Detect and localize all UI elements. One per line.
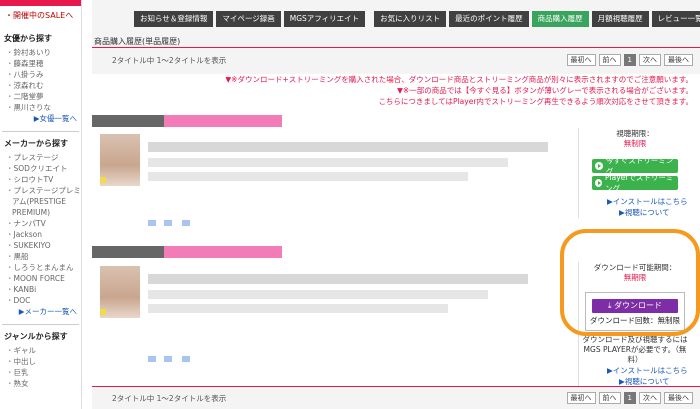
page-title: 商品購入履歴(単品履歴) (94, 37, 181, 46)
stream-now-button[interactable]: 今すぐストリーミング (592, 156, 678, 176)
product-info-blurred (148, 290, 488, 299)
title-underline (92, 47, 700, 48)
tab-affiliate[interactable]: MGSアフィリエイト (283, 11, 366, 27)
tab-point-history[interactable]: 最近のポイント履歴 (449, 11, 529, 27)
product1-actions: 視聴期限： 無制限 今すぐストリーミング Playerでストリーミング ▶インス… (578, 128, 691, 218)
sidebar-item[interactable]: ・中出し (0, 356, 81, 367)
sidebar-item[interactable]: ・プレステージ (0, 152, 81, 163)
sidebar-item[interactable]: ・巨乳 (0, 367, 81, 378)
sidebar-top-bar (0, 0, 81, 6)
maker-list-link[interactable]: ▶メーカー一覧へ (0, 306, 81, 318)
sidebar-item[interactable]: ・ナンパTV (0, 218, 81, 229)
list-bottom-line (92, 386, 700, 387)
highlight-circle (560, 229, 700, 336)
result-count: 2タイトル中 1〜2タイトルを表示 (112, 394, 227, 403)
sidebar-item[interactable]: ・MOON FORCE (0, 273, 81, 284)
player-note: MGS PLAYERが必要です。（無料） (583, 345, 687, 364)
badge-icon (100, 309, 106, 315)
next-page-button[interactable]: 次へ (639, 54, 661, 66)
sidebar-item[interactable]: ・鈴村あいり (0, 47, 81, 58)
product-info-blurred (148, 158, 508, 167)
sidebar-item[interactable]: ・黒船 (0, 251, 81, 262)
first-page-button[interactable]: 最初へ (566, 392, 596, 404)
pager-bottom: 2タイトル中 1〜2タイトルを表示 最初へ 前へ 1 次へ 最後へ (92, 389, 700, 407)
view-period-value: 無制限 (623, 139, 647, 148)
sidebar-item[interactable]: ・藤森里穂 (0, 58, 81, 69)
sidebar-item[interactable]: ・涼森れむ (0, 80, 81, 91)
viewing-info-link[interactable]: ▶視聴について (579, 207, 691, 218)
product-title-blurred (148, 274, 528, 284)
sidebar-item[interactable]: ・シロウトTV (0, 174, 81, 185)
sidebar-item[interactable]: ・プレステージプレミアム(PRESTIGE PREMIUM) (6, 185, 81, 218)
player-note: ダウンロード及び視聴するには (582, 335, 688, 344)
product-title-blurred (148, 142, 548, 152)
first-page-button[interactable]: 最初へ (566, 54, 596, 66)
pager-top: 2タイトル中 1〜2タイトルを表示 最初へ 前へ 1 次へ 最後へ (92, 51, 700, 69)
install-link[interactable]: ▶インストールはこちら (579, 365, 691, 376)
tag-icon (182, 220, 190, 226)
section-heading-maker: メーカーから探す (4, 139, 68, 148)
tab-favorites[interactable]: お気に入りリスト (374, 11, 447, 27)
divider (2, 324, 79, 325)
tag-icon (148, 356, 156, 362)
prev-page-button[interactable]: 前へ (598, 54, 621, 66)
sidebar-item[interactable]: ・黒川さりな (0, 102, 81, 113)
product-thumbnail[interactable] (100, 266, 140, 318)
sidebar-item[interactable]: ・しろうとまんまん (0, 262, 81, 273)
sidebar-item[interactable]: ・八掛うみ (0, 69, 81, 80)
view-period-label: 視聴期限： (616, 129, 654, 138)
play-icon (595, 162, 603, 170)
product-info-blurred (148, 172, 468, 181)
section-heading-actress: 女優から探す (4, 34, 52, 43)
sidebar-item[interactable]: ・ギャル (0, 345, 81, 356)
last-page-button[interactable]: 最後へ (664, 392, 693, 404)
sidebar-item[interactable]: ・SODクリエイト (0, 163, 81, 174)
product-thumbnail[interactable] (100, 134, 140, 186)
notice-text: ▼※ダウンロード+ストリーミングを購入された場合、ダウンロード商品とストリーミン… (225, 75, 693, 106)
next-page-button[interactable]: 次へ (639, 392, 661, 404)
pagination: 最初へ 前へ 1 次へ 最後へ (564, 54, 693, 66)
sidebar-item[interactable]: ・熟女 (0, 378, 81, 389)
product-info-blurred (148, 304, 448, 313)
tab-recording[interactable]: マイページ録画 (216, 11, 281, 27)
tag-icon (148, 220, 156, 226)
tab-reviews[interactable]: レビュー一覧 (651, 11, 700, 27)
mypage-tabs: お知らせ＆登録情報 マイページ録画 MGSアフィリエイト お気に入りリスト 最近… (134, 11, 700, 27)
sidebar-item[interactable]: ・KANBi (0, 284, 81, 295)
tab-notice[interactable]: お知らせ＆登録情報 (134, 11, 214, 27)
section-heading-genre: ジャンルから探す (4, 332, 68, 341)
main-content: お知らせ＆登録情報 マイページ録画 MGSアフィリエイト お気に入りリスト 最近… (92, 0, 700, 409)
page: ・開催中のSALEへ 女優から探す ・鈴村あいり ・藤森里穂 ・八掛うみ ・涼森… (0, 0, 700, 409)
result-count: 2タイトル中 1〜2タイトルを表示 (112, 56, 227, 65)
play-icon (595, 179, 602, 187)
current-page: 1 (623, 392, 636, 404)
player-stream-button[interactable]: Playerでストリーミング (592, 173, 678, 193)
product-title-bar (92, 115, 282, 127)
actress-list-link[interactable]: ▶女優一覧へ (0, 113, 81, 125)
sidebar: ・開催中のSALEへ 女優から探す ・鈴村あいり ・藤森里穂 ・八掛うみ ・涼森… (0, 0, 82, 409)
tab-purchase-history[interactable]: 商品購入履歴 (531, 11, 589, 27)
sidebar-item[interactable]: ・DOC (0, 295, 81, 306)
sale-link[interactable]: ・開催中のSALEへ (0, 10, 81, 21)
tag-icon (182, 356, 190, 362)
pagination: 最初へ 前へ 1 次へ 最後へ (564, 392, 693, 404)
tab-monthly-history[interactable]: 月額視聴履歴 (591, 11, 649, 27)
badge-icon (100, 177, 106, 183)
sidebar-item[interactable]: ・二階堂夢 (0, 91, 81, 102)
install-link[interactable]: ▶インストールはこちら (579, 196, 691, 207)
divider (2, 131, 79, 132)
sidebar-item[interactable]: ・SUKEKIYO (0, 240, 81, 251)
product-title-bar (92, 246, 282, 258)
tag-icon (164, 356, 172, 362)
tag-icon (164, 220, 172, 226)
prev-page-button[interactable]: 前へ (598, 392, 621, 404)
current-page: 1 (623, 54, 636, 66)
sidebar-item[interactable]: ・Jackson (0, 229, 81, 240)
last-page-button[interactable]: 最後へ (664, 54, 693, 66)
